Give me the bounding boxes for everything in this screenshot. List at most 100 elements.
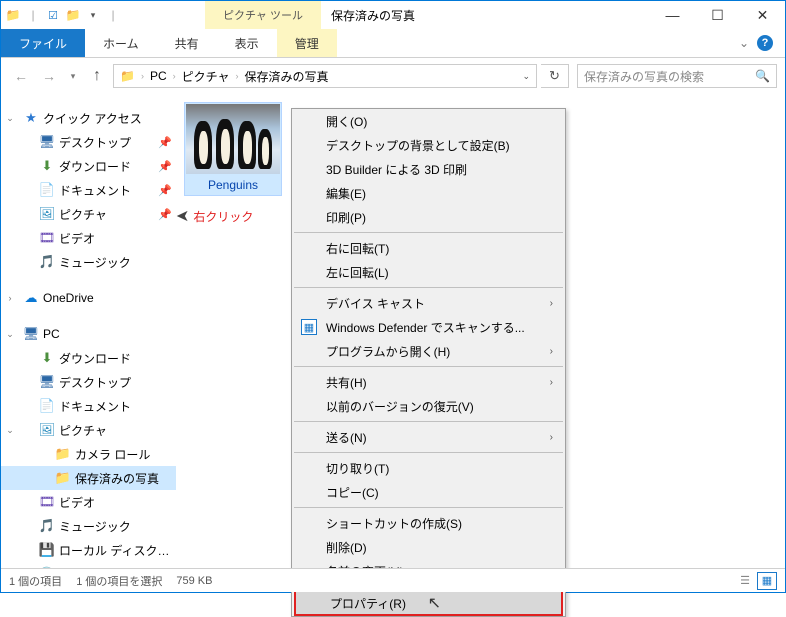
- search-input[interactable]: 保存済みの写真の検索 🔍: [577, 64, 777, 88]
- maximize-button[interactable]: ☐: [695, 1, 740, 29]
- chevron-right-icon: ›: [550, 298, 553, 309]
- ctx-copy[interactable]: コピー(C): [292, 480, 565, 504]
- status-size: 759 KB: [176, 575, 212, 587]
- picture-tools-label: ピクチャ ツール: [223, 7, 303, 23]
- ctx-restore-versions[interactable]: 以前のバージョンの復元(V): [292, 394, 565, 418]
- breadcrumb-segment[interactable]: 保存済みの写真: [245, 68, 329, 85]
- onedrive-icon: ☁: [23, 290, 39, 306]
- tree-pictures2[interactable]: ⌄🖼ピクチャ: [1, 418, 176, 442]
- qat-folder-icon[interactable]: 📁: [65, 7, 81, 23]
- ctx-open[interactable]: 開く(O): [292, 109, 565, 133]
- nav-tree: ⌄★クイック アクセス 🖥デスクトップ📌 ⬇ダウンロード📌 📄ドキュメント📌 🖼…: [1, 94, 176, 570]
- search-icon: 🔍: [755, 69, 770, 83]
- file-tab[interactable]: ファイル: [1, 29, 85, 57]
- share-tab[interactable]: 共有: [157, 29, 217, 57]
- music-icon: 🎵: [39, 518, 55, 534]
- ctx-3d-print[interactable]: 3D Builder による 3D 印刷: [292, 157, 565, 181]
- close-button[interactable]: ✕: [740, 1, 785, 29]
- window-title: 保存済みの写真: [321, 1, 425, 29]
- breadcrumb[interactable]: 📁 › PC › ピクチャ › 保存済みの写真 ⌄: [113, 64, 537, 88]
- refresh-button[interactable]: ↻: [541, 64, 569, 88]
- titlebar: 📁 | ☑ 📁 ▾ | ピクチャ ツール 保存済みの写真 — ☐ ✕: [1, 1, 785, 29]
- tree-documents2[interactable]: 📄ドキュメント: [1, 394, 176, 418]
- manage-tab[interactable]: 管理: [277, 29, 337, 57]
- ribbon: ファイル ホーム 共有 表示 管理 ⌄ ?: [1, 29, 785, 57]
- context-menu: 開く(O) デスクトップの背景として設定(B) 3D Builder による 3…: [291, 108, 566, 617]
- ctx-properties[interactable]: プロパティ(R)↖: [294, 590, 563, 616]
- tree-pc[interactable]: ⌄🖥PC: [1, 322, 176, 346]
- address-bar: ← → ▾ ↑ 📁 › PC › ピクチャ › 保存済みの写真 ⌄ ↻ 保存済み…: [1, 58, 785, 94]
- videos-icon: 🎞: [39, 494, 55, 510]
- tree-videos[interactable]: 🎞ビデオ: [1, 226, 176, 250]
- breadcrumb-segment[interactable]: PC: [150, 69, 167, 83]
- chevron-right-icon: ›: [550, 346, 553, 357]
- tree-downloads2[interactable]: ⬇ダウンロード: [1, 346, 176, 370]
- view-thumbnails-button[interactable]: ▦: [757, 572, 777, 590]
- tree-desktop[interactable]: 🖥デスクトップ📌: [1, 130, 176, 154]
- help-icon[interactable]: ?: [757, 35, 773, 51]
- ctx-edit[interactable]: 編集(E): [292, 181, 565, 205]
- ctx-print[interactable]: 印刷(P): [292, 205, 565, 229]
- ctx-share[interactable]: 共有(H)›: [292, 370, 565, 394]
- tree-music2[interactable]: 🎵ミュージック: [1, 514, 176, 538]
- qat-dropdown-icon[interactable]: ▾: [85, 7, 101, 23]
- tree-savedpictures[interactable]: 📁保存済みの写真: [1, 466, 176, 490]
- download-icon: ⬇: [39, 158, 55, 174]
- ctx-rotate-left[interactable]: 左に回転(L): [292, 260, 565, 284]
- tree-pictures[interactable]: 🖼ピクチャ📌: [1, 202, 176, 226]
- ctx-cut[interactable]: 切り取り(T): [292, 456, 565, 480]
- nav-history-dropdown[interactable]: ▾: [65, 64, 81, 88]
- thumbnail-image: [186, 104, 280, 174]
- folder-icon: 📁: [55, 446, 71, 462]
- tree-music[interactable]: 🎵ミュージック: [1, 250, 176, 274]
- download-icon: ⬇: [39, 350, 55, 366]
- ctx-rotate-right[interactable]: 右に回転(T): [292, 236, 565, 260]
- desktop-icon: 🖥: [39, 374, 55, 390]
- chevron-right-icon: ›: [141, 71, 144, 81]
- status-selection: 1 個の項目を選択: [76, 573, 162, 589]
- nav-up-button[interactable]: ↑: [85, 64, 109, 88]
- music-icon: 🎵: [39, 254, 55, 270]
- file-thumbnail[interactable]: Penguins: [184, 102, 282, 196]
- qat-separator: |: [25, 7, 41, 23]
- minimize-button[interactable]: —: [650, 1, 695, 29]
- chevron-right-icon: ›: [173, 71, 176, 81]
- tree-cameraroll[interactable]: 📁カメラ ロール: [1, 442, 176, 466]
- pin-icon: 📌: [158, 184, 172, 197]
- ctx-open-with[interactable]: プログラムから開く(H)›: [292, 339, 565, 363]
- breadcrumb-segment[interactable]: ピクチャ: [182, 68, 230, 85]
- ctx-delete[interactable]: 削除(D): [292, 535, 565, 559]
- tree-videos2[interactable]: 🎞ビデオ: [1, 490, 176, 514]
- status-bar: 1 個の項目 1 個の項目を選択 759 KB ☰ ▦: [1, 568, 785, 592]
- ctx-defender[interactable]: ▦Windows Defender でスキャンする...: [292, 315, 565, 339]
- tree-onedrive[interactable]: ›☁OneDrive: [1, 286, 176, 310]
- tree-desktop2[interactable]: 🖥デスクトップ: [1, 370, 176, 394]
- picture-tools-tab[interactable]: ピクチャ ツール: [205, 1, 321, 29]
- folder-icon: 📁: [5, 7, 21, 23]
- breadcrumb-dropdown-icon[interactable]: ⌄: [522, 71, 530, 82]
- ctx-set-background[interactable]: デスクトップの背景として設定(B): [292, 133, 565, 157]
- ctx-send-to[interactable]: 送る(N)›: [292, 425, 565, 449]
- nav-back-button[interactable]: ←: [9, 64, 33, 88]
- tree-documents[interactable]: 📄ドキュメント📌: [1, 178, 176, 202]
- pc-icon: 🖥: [23, 326, 39, 342]
- star-icon: ★: [23, 110, 39, 126]
- shield-icon: ▦: [301, 319, 317, 335]
- ctx-cast[interactable]: デバイス キャスト›: [292, 291, 565, 315]
- pictures-icon: 🖼: [39, 422, 55, 438]
- view-tab[interactable]: 表示: [217, 29, 277, 57]
- filename-label: Penguins: [186, 174, 280, 194]
- tree-quick-access[interactable]: ⌄★クイック アクセス: [1, 106, 176, 130]
- chevron-right-icon: ›: [550, 432, 553, 443]
- tree-downloads[interactable]: ⬇ダウンロード📌: [1, 154, 176, 178]
- search-placeholder: 保存済みの写真の検索: [584, 68, 704, 85]
- folder-icon: 📁: [55, 470, 71, 486]
- view-details-button[interactable]: ☰: [735, 572, 755, 590]
- home-tab[interactable]: ホーム: [85, 29, 157, 57]
- ctx-create-shortcut[interactable]: ショートカットの作成(S): [292, 511, 565, 535]
- ribbon-collapse-icon[interactable]: ⌄: [739, 36, 749, 50]
- cursor-icon: ➤: [176, 206, 189, 226]
- nav-forward-button[interactable]: →: [37, 64, 61, 88]
- tree-localdisk[interactable]: 💾ローカル ディスク (C:): [1, 538, 176, 562]
- qat-checkbox-icon[interactable]: ☑: [45, 7, 61, 23]
